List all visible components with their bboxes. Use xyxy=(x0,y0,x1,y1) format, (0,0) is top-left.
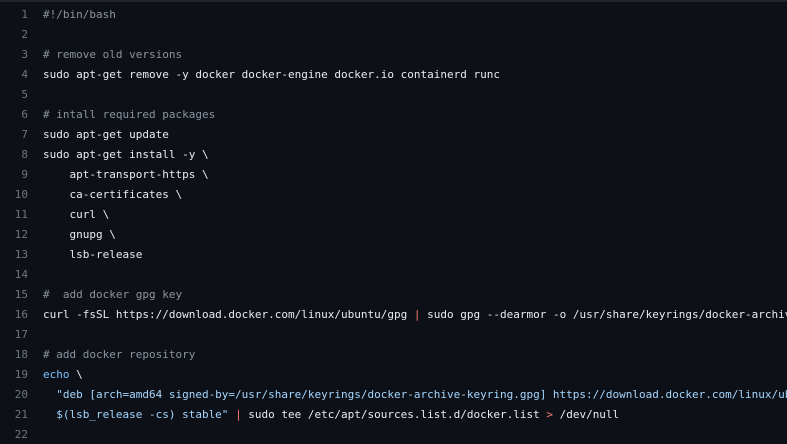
line-content: lsb-release xyxy=(28,248,142,261)
line-number[interactable]: 18 xyxy=(0,348,28,361)
line-number[interactable]: 9 xyxy=(0,168,28,181)
code-token-plain: sudo tee /etc/apt/sources.list.d/docker.… xyxy=(242,408,547,421)
code-line: 13 lsb-release xyxy=(0,244,787,264)
line-number[interactable]: 12 xyxy=(0,228,28,241)
line-content: curl \ xyxy=(28,208,109,221)
line-number[interactable]: 3 xyxy=(0,48,28,61)
code-line: 5 xyxy=(0,84,787,104)
code-line: 11 curl \ xyxy=(0,204,787,224)
line-content: curl -fsSL https://download.docker.com/l… xyxy=(28,308,787,321)
line-content: # add docker repository xyxy=(28,348,195,361)
line-content: apt-transport-https \ xyxy=(28,168,209,181)
code-token-plain: sudo apt-get remove -y docker docker-eng… xyxy=(43,68,500,81)
code-line: 2 xyxy=(0,24,787,44)
line-content: # remove old versions xyxy=(28,48,182,61)
line-content: sudo apt-get install -y \ xyxy=(28,148,209,161)
code-line: 14 xyxy=(0,264,787,284)
line-number[interactable]: 17 xyxy=(0,328,28,341)
line-number[interactable]: 14 xyxy=(0,268,28,281)
line-number[interactable]: 20 xyxy=(0,388,28,401)
line-number[interactable]: 2 xyxy=(0,28,28,41)
code-token-comment: # add docker gpg key xyxy=(43,288,182,301)
code-token-plain: curl -fsSL https://download.docker.com/l… xyxy=(43,308,414,321)
code-line: 18 # add docker repository xyxy=(0,344,787,364)
line-content: "deb [arch=amd64 signed-by=/usr/share/ke… xyxy=(28,388,787,401)
line-content: sudo apt-get remove -y docker docker-eng… xyxy=(28,68,500,81)
code-token-builtin: echo xyxy=(43,368,70,381)
code-token-op: | xyxy=(235,408,242,421)
line-number[interactable]: 21 xyxy=(0,408,28,421)
line-content: $(lsb_release -cs) stable" | sudo tee /e… xyxy=(28,408,619,421)
code-token-plain: sudo apt-get install -y \ xyxy=(43,148,209,161)
code-line: 8 sudo apt-get install -y \ xyxy=(0,144,787,164)
line-content: ca-certificates \ xyxy=(28,188,182,201)
code-line: 15 # add docker gpg key xyxy=(0,284,787,304)
top-border xyxy=(0,0,787,2)
code-line: 4 sudo apt-get remove -y docker docker-en… xyxy=(0,64,787,84)
line-number[interactable]: 7 xyxy=(0,128,28,141)
code-line: 19echo \ xyxy=(0,364,787,384)
code-line: 6 # intall required packages xyxy=(0,104,787,124)
code-line: 17 xyxy=(0,324,787,344)
line-number[interactable]: 16 xyxy=(0,308,28,321)
line-content: gnupg \ xyxy=(28,228,116,241)
line-content: #!/bin/bash xyxy=(28,8,116,21)
code-line: 3 # remove old versions xyxy=(0,44,787,64)
code-token-plain: lsb-release xyxy=(43,248,142,261)
code-token-op: | xyxy=(414,308,421,321)
line-number[interactable]: 19 xyxy=(0,368,28,381)
code-line: 7 sudo apt-get update xyxy=(0,124,787,144)
line-content: # intall required packages xyxy=(28,108,215,121)
line-number[interactable]: 1 xyxy=(0,8,28,21)
code-token-plain: /dev/null xyxy=(553,408,619,421)
code-token-op: > xyxy=(546,408,553,421)
line-number[interactable]: 22 xyxy=(0,428,28,441)
code-token-plain: sudo gpg --dearmor -o /usr/share/keyring… xyxy=(421,308,787,321)
code-token-string: "deb [arch=amd64 signed-by=/usr/share/ke… xyxy=(43,388,787,401)
line-number[interactable]: 11 xyxy=(0,208,28,221)
code-token-comment: # remove old versions xyxy=(43,48,182,61)
code-line: 21 $(lsb_release -cs) stable" | sudo tee… xyxy=(0,404,787,424)
line-number[interactable]: 6 xyxy=(0,108,28,121)
code-token-comment: #!/bin/bash xyxy=(43,8,116,21)
line-content: # add docker gpg key xyxy=(28,288,182,301)
line-number[interactable]: 15 xyxy=(0,288,28,301)
line-content: echo \ xyxy=(28,368,83,381)
code-line: 10 ca-certificates \ xyxy=(0,184,787,204)
line-number[interactable]: 10 xyxy=(0,188,28,201)
code-token-comment: # intall required packages xyxy=(43,108,215,121)
code-token-plain: sudo apt-get update xyxy=(43,128,169,141)
line-number[interactable]: 8 xyxy=(0,148,28,161)
code-line: 1 #!/bin/bash xyxy=(0,4,787,24)
line-number[interactable]: 5 xyxy=(0,88,28,101)
code-line: 20 "deb [arch=amd64 signed-by=/usr/share… xyxy=(0,384,787,404)
code-line: 22 xyxy=(0,424,787,444)
line-number[interactable]: 13 xyxy=(0,248,28,261)
line-content: sudo apt-get update xyxy=(28,128,169,141)
code-line: 12 gnupg \ xyxy=(0,224,787,244)
code-token-plain: apt-transport-https \ xyxy=(43,168,209,181)
code-token-plain: ca-certificates \ xyxy=(43,188,182,201)
code-line: 16 curl -fsSL https://download.docker.com… xyxy=(0,304,787,324)
code-token-plain: gnupg \ xyxy=(43,228,116,241)
code-line: 9 apt-transport-https \ xyxy=(0,164,787,184)
code-token-string: $(lsb_release -cs) stable" xyxy=(43,408,228,421)
code-view[interactable]: 1 #!/bin/bash 2 3 # remove old versions 4 sudo… xyxy=(0,4,787,444)
code-token-plain: curl \ xyxy=(43,208,109,221)
line-number[interactable]: 4 xyxy=(0,68,28,81)
code-token-plain: \ xyxy=(70,368,83,381)
code-token-comment: # add docker repository xyxy=(43,348,195,361)
